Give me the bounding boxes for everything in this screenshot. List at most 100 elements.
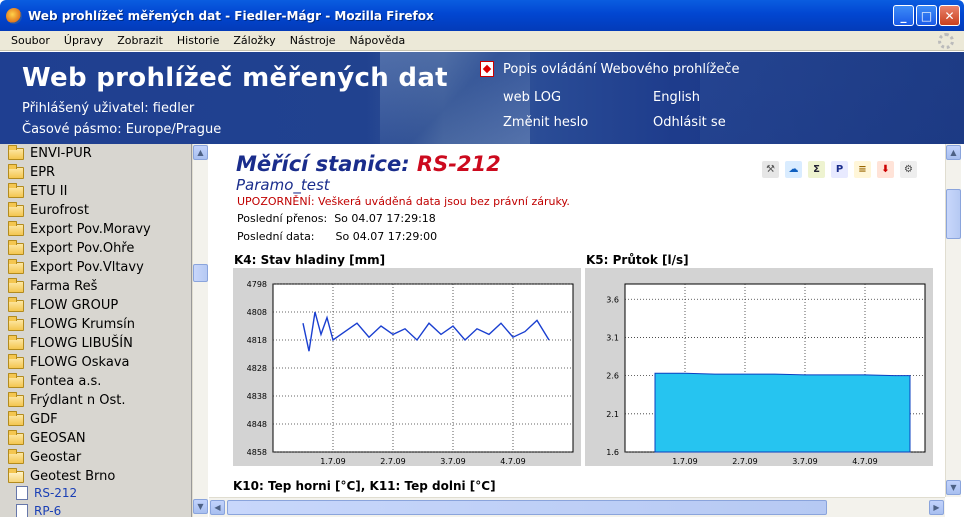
y-tick-label: 3.1 xyxy=(606,333,619,342)
x-tick-label: 3.7.09 xyxy=(792,457,817,466)
station-code: RS-212 xyxy=(416,152,501,176)
english-link[interactable]: English xyxy=(653,90,700,105)
tree-subitem-rp6[interactable]: RP-6 xyxy=(16,502,61,517)
window-titlebar: Web prohlížeč měřených dat - Fiedler-Mág… xyxy=(0,0,964,31)
tree-item[interactable]: FLOWG LIBUŠÍN xyxy=(8,334,133,353)
logged-user: Přihlášený uživatel: fiedler xyxy=(22,101,195,116)
y-tick-label: 4808 xyxy=(247,308,267,317)
station-icon xyxy=(16,486,28,500)
page-title: Web prohlížeč měřených dat xyxy=(22,63,448,93)
menu-zobrazit[interactable]: Zobrazit xyxy=(117,34,163,47)
report-icon[interactable]: ≡ xyxy=(854,161,871,178)
minimize-button[interactable]: _ xyxy=(893,5,914,26)
station-tree: ENVI-PUR EPR ETU II Eurofrost Export Pov… xyxy=(0,144,192,517)
x-tick-label: 2.7.09 xyxy=(732,457,757,466)
window-title: Web prohlížeč měřených dat - Fiedler-Mág… xyxy=(28,8,434,23)
tree-item[interactable]: FLOWG Oskava xyxy=(8,353,129,372)
y-tick-label: 4848 xyxy=(247,420,267,429)
menu-napoveda[interactable]: Nápověda xyxy=(350,34,406,47)
folder-icon xyxy=(8,163,24,179)
page-header: Web prohlížeč měřených dat Přihlášený už… xyxy=(0,52,964,144)
menu-soubor[interactable]: Soubor xyxy=(11,34,50,47)
tree-item[interactable]: FLOW GROUP xyxy=(8,296,118,315)
manual-link[interactable]: Popis ovládání Webového prohlížeče xyxy=(503,62,740,77)
y-tick-label: 4818 xyxy=(247,336,267,345)
tree-item[interactable]: Geostar xyxy=(8,448,81,467)
tree-subitem-rs212[interactable]: RS-212 xyxy=(16,484,77,502)
last-transfer: Poslední přenos: So 04.07 17:29:18 xyxy=(237,212,436,225)
tree-item[interactable]: ENVI-PUR xyxy=(8,144,92,163)
folder-icon xyxy=(8,448,24,464)
scroll-right-icon[interactable]: ▶ xyxy=(929,500,944,515)
tree-item[interactable]: Eurofrost xyxy=(8,201,89,220)
menu-nastroje[interactable]: Nástroje xyxy=(290,34,336,47)
menu-historie[interactable]: Historie xyxy=(177,34,219,47)
y-tick-label: 2.6 xyxy=(606,372,619,381)
folder-icon xyxy=(8,239,24,255)
scroll-up-icon[interactable]: ▲ xyxy=(193,145,208,160)
menu-zalozky[interactable]: Záložky xyxy=(233,34,275,47)
pdf-icon[interactable] xyxy=(480,61,494,77)
tree-item[interactable]: Export Pov.Vltavy xyxy=(8,258,144,277)
folder-icon xyxy=(8,353,24,369)
gears-icon[interactable]: ⚙ xyxy=(900,161,917,178)
tree-item[interactable]: GDF xyxy=(8,410,58,429)
sum-icon[interactable]: Σ xyxy=(808,161,825,178)
tree-item[interactable]: Farma Reš xyxy=(8,277,97,296)
folder-icon xyxy=(8,296,24,312)
scroll-down-icon[interactable]: ▼ xyxy=(193,499,208,514)
timezone: Časové pásmo: Europe/Prague xyxy=(22,122,222,137)
folder-icon xyxy=(8,410,24,426)
folder-icon xyxy=(8,315,24,331)
horizontal-scrollbar[interactable]: ◀ ▶ xyxy=(209,497,945,517)
x-tick-label: 1.7.09 xyxy=(672,457,697,466)
logout-link[interactable]: Odhlásit se xyxy=(653,115,726,130)
tree-item[interactable]: ETU II xyxy=(8,182,67,201)
sidebar-scrollbar[interactable]: ▲ ▼ xyxy=(192,144,208,517)
tree-item[interactable]: FLOWG Krumsín xyxy=(8,315,135,334)
x-tick-label: 4.7.09 xyxy=(500,457,525,466)
folder-icon xyxy=(8,372,24,388)
menu-upravy[interactable]: Úpravy xyxy=(64,34,103,47)
scroll-down-icon[interactable]: ▼ xyxy=(946,480,961,495)
scroll-left-icon[interactable]: ◀ xyxy=(210,500,225,515)
page-scrollbar[interactable]: ▲ ▼ xyxy=(945,144,961,497)
y-tick-label: 4828 xyxy=(247,364,267,373)
y-tick-label: 4858 xyxy=(247,448,267,457)
tree-item[interactable]: EPR xyxy=(8,163,55,182)
pdf-download-icon[interactable]: ⬇ xyxy=(877,161,894,178)
x-tick-label: 3.7.09 xyxy=(440,457,465,466)
cloud-export-icon[interactable]: ☁ xyxy=(785,161,802,178)
x-tick-label: 2.7.09 xyxy=(380,457,405,466)
station-name: Paramo_test xyxy=(236,176,330,194)
chart-k4: 4798 4808 4818 4828 4838 4848 4858 1.7.09 2.7.09… xyxy=(233,268,581,466)
close-button[interactable]: ✕ xyxy=(939,5,960,26)
settings-person-icon[interactable]: P xyxy=(831,161,848,178)
y-tick-label: 4798 xyxy=(247,280,267,289)
x-tick-label: 4.7.09 xyxy=(852,457,877,466)
folder-icon xyxy=(8,220,24,236)
firefox-icon xyxy=(6,7,22,24)
scroll-thumb[interactable] xyxy=(193,264,208,282)
wrench-icon[interactable]: ⚒ xyxy=(762,161,779,178)
chart-k5: 1.6 2.1 2.6 3.1 3.6 1.7.09 2.7.09 3.7.09 4.7.09 xyxy=(585,268,933,466)
maximize-button[interactable]: □ xyxy=(916,5,937,26)
x-tick-label: 1.7.09 xyxy=(320,457,345,466)
menu-bar: Soubor Úpravy Zobrazit Historie Záložky … xyxy=(0,31,964,51)
scroll-up-icon[interactable]: ▲ xyxy=(946,145,961,160)
tree-item[interactable]: Fontea a.s. xyxy=(8,372,101,391)
tree-item[interactable]: GEOSAN xyxy=(8,429,86,448)
series-area xyxy=(654,372,911,453)
tree-item[interactable]: Frýdlant n Ost. xyxy=(8,391,125,410)
folder-icon xyxy=(8,182,24,198)
weblog-link[interactable]: web LOG xyxy=(503,90,561,105)
chart-title-k4: K4: Stav hladiny [mm] xyxy=(234,253,386,267)
folder-icon xyxy=(8,144,24,160)
tree-item[interactable]: Export Pov.Ohře xyxy=(8,239,134,258)
scroll-thumb[interactable] xyxy=(946,189,961,239)
hscroll-thumb[interactable] xyxy=(227,500,827,515)
tree-item[interactable]: Export Pov.Moravy xyxy=(8,220,151,239)
station-icon xyxy=(16,504,28,517)
y-tick-label: 1.6 xyxy=(606,448,619,457)
change-password-link[interactable]: Změnit heslo xyxy=(503,115,588,130)
